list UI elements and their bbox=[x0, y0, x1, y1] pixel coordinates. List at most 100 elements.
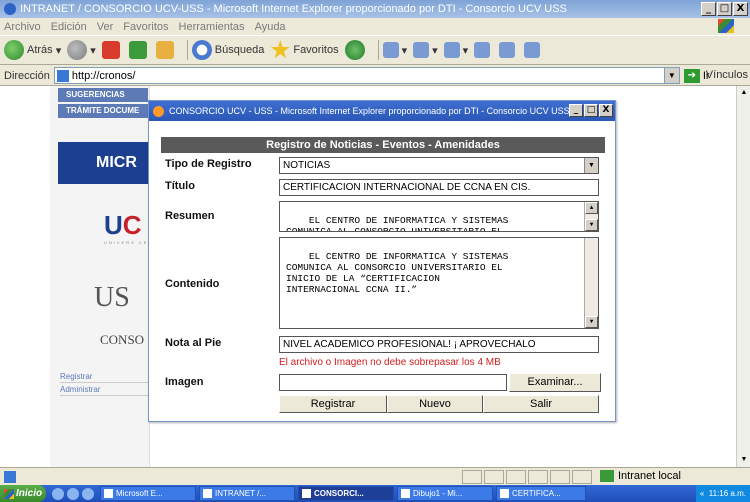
refresh-button[interactable] bbox=[128, 41, 150, 59]
history-button[interactable]: ▾ bbox=[382, 42, 407, 58]
microsoft-logo: MICR bbox=[58, 142, 150, 184]
start-button[interactable]: Inicio bbox=[0, 485, 46, 502]
menu-edicion[interactable]: Edición bbox=[51, 21, 87, 33]
resumen-textarea[interactable]: EL CENTRO DE INFORMATICA Y SISTEMAS COMU… bbox=[279, 201, 599, 232]
ucv-logo: UC bbox=[104, 210, 142, 240]
back-button[interactable]: Atrás ▾ bbox=[4, 40, 61, 60]
menu-favoritos[interactable]: Favoritos bbox=[123, 21, 168, 33]
clock: 11:16 a.m. bbox=[708, 489, 746, 498]
scroll-up-icon[interactable]: ▲ bbox=[737, 86, 750, 100]
mail-button[interactable]: ▾ bbox=[413, 42, 438, 58]
ie-icon bbox=[153, 105, 164, 117]
contenido-textarea[interactable]: EL CENTRO DE INFORMATICA Y SISTEMAS COMU… bbox=[279, 237, 599, 329]
sidebar-item-sugerencias[interactable]: SUGERENCIAS bbox=[58, 88, 148, 102]
task-consorcio[interactable]: CONSORCI... bbox=[298, 486, 394, 501]
sidebar-link-administrar[interactable]: Administrar bbox=[60, 385, 150, 396]
quick-launch bbox=[52, 487, 94, 500]
address-label: Dirección bbox=[4, 69, 50, 82]
task-intranet[interactable]: INTRANET /... bbox=[199, 486, 295, 501]
search-icon bbox=[191, 40, 212, 60]
scroll-down-icon[interactable]: ▼ bbox=[737, 453, 750, 467]
nota-input[interactable]: NIVEL ACADEMICO PROFESIONAL! ¡ APROVECHA… bbox=[279, 336, 599, 353]
refresh-icon bbox=[128, 41, 147, 59]
status-cells bbox=[462, 470, 592, 484]
contenido-scrollbar[interactable]: ▼ bbox=[584, 238, 598, 328]
discuss-icon bbox=[499, 42, 516, 58]
intranet-zone-icon bbox=[600, 470, 614, 482]
windows-flag-icon bbox=[4, 488, 14, 499]
imagen-label: Imagen bbox=[165, 376, 204, 388]
sidebar-link-registrar[interactable]: Registrar bbox=[60, 372, 150, 383]
address-input[interactable]: http://cronos/ ▼ bbox=[53, 67, 680, 84]
mail-icon bbox=[413, 42, 430, 58]
contenido-label: Contenido bbox=[165, 278, 220, 290]
scroll-up-icon[interactable]: ▲ bbox=[585, 202, 598, 214]
menu-ayuda[interactable]: Ayuda bbox=[255, 21, 286, 33]
quick-launch-icon[interactable] bbox=[82, 487, 94, 500]
stop-icon bbox=[101, 41, 120, 59]
print-icon bbox=[443, 42, 460, 58]
print-button[interactable]: ▾ bbox=[443, 42, 468, 58]
quick-launch-icon[interactable] bbox=[67, 487, 79, 500]
menu-herramientas[interactable]: Herramientas bbox=[179, 21, 245, 33]
taskbar: Inicio Microsoft E... INTRANET /... CONS… bbox=[0, 485, 750, 502]
imagen-file-input[interactable] bbox=[279, 374, 507, 391]
menu-ver[interactable]: Ver bbox=[97, 21, 114, 33]
scroll-down-icon[interactable]: ▼ bbox=[585, 219, 598, 231]
nuevo-button[interactable]: Nuevo bbox=[387, 395, 483, 413]
folder-button[interactable] bbox=[474, 42, 493, 58]
popup-maximize-button[interactable]: □ bbox=[584, 104, 598, 117]
menu-bar: Archivo Edición Ver Favoritos Herramient… bbox=[0, 18, 750, 35]
form-title: Registro de Noticias - Eventos - Amenida… bbox=[161, 137, 605, 153]
resumen-label: Resumen bbox=[165, 210, 215, 222]
popup-title: CONSORCIO UCV - USS - Microsoft Internet… bbox=[169, 106, 570, 116]
maximize-button[interactable]: □ bbox=[717, 2, 732, 16]
popup-minimize-button[interactable]: _ bbox=[569, 104, 583, 117]
sidebar-item-tramite[interactable]: TRÁMITE DOCUME bbox=[58, 104, 148, 118]
windows-flag-icon bbox=[718, 19, 734, 33]
popup-close-button[interactable]: X bbox=[599, 104, 613, 117]
home-button[interactable] bbox=[155, 41, 177, 59]
tray-icons[interactable]: « bbox=[700, 489, 709, 498]
quick-launch-icon[interactable] bbox=[52, 487, 64, 500]
messenger-button[interactable] bbox=[524, 42, 543, 58]
browse-button[interactable]: Examinar... bbox=[509, 373, 601, 392]
uss-logo: US bbox=[94, 282, 130, 313]
links-button[interactable]: Vínculos bbox=[706, 69, 748, 81]
chevron-down-icon[interactable]: ▼ bbox=[584, 158, 598, 173]
search-button[interactable]: Búsqueda bbox=[191, 40, 264, 60]
page-icon bbox=[4, 470, 16, 483]
forward-button[interactable]: ▾ bbox=[67, 40, 96, 60]
window-title: INTRANET / CONSORCIO UCV-USS - Microsoft… bbox=[20, 3, 567, 15]
messenger-icon bbox=[524, 42, 541, 58]
salir-button[interactable]: Salir bbox=[483, 395, 599, 413]
favorites-button[interactable]: Favoritos bbox=[270, 40, 339, 60]
image-size-warning: El archivo o Imagen no debe sobrepasar l… bbox=[279, 357, 501, 368]
discuss-button[interactable] bbox=[499, 42, 518, 58]
menu-archivo[interactable]: Archivo bbox=[4, 21, 41, 33]
titulo-label: Título bbox=[165, 180, 195, 192]
address-dropdown-icon[interactable]: ▼ bbox=[663, 68, 679, 83]
window-titlebar: INTRANET / CONSORCIO UCV-USS - Microsoft… bbox=[0, 0, 750, 18]
go-arrow-icon: ➔ bbox=[683, 68, 700, 83]
task-excel[interactable]: Microsoft E... bbox=[100, 486, 196, 501]
status-bar: Intranet local bbox=[0, 467, 750, 485]
form-actions: Registrar Nuevo Salir bbox=[279, 395, 599, 413]
tipo-select[interactable]: NOTICIAS ▼ bbox=[279, 157, 599, 174]
excel-icon bbox=[104, 489, 113, 498]
history-icon bbox=[382, 42, 399, 58]
media-button[interactable] bbox=[344, 40, 368, 60]
stop-button[interactable] bbox=[101, 41, 123, 59]
scroll-down-icon[interactable]: ▼ bbox=[585, 316, 598, 328]
minimize-button[interactable]: _ bbox=[701, 2, 716, 16]
resumen-scrollbar[interactable]: ▲ ▼ bbox=[584, 202, 598, 231]
titulo-input[interactable]: CERTIFICACION INTERNACIONAL DE CCNA EN C… bbox=[279, 179, 599, 196]
word-icon bbox=[500, 489, 509, 498]
close-button[interactable]: X bbox=[733, 2, 748, 16]
page-scrollbar[interactable]: ▲ ▼ bbox=[736, 86, 750, 467]
forward-icon bbox=[67, 40, 88, 60]
task-word[interactable]: CERTIFICA... bbox=[496, 486, 586, 501]
registrar-button[interactable]: Registrar bbox=[279, 395, 387, 413]
toolbar-separator bbox=[186, 40, 188, 60]
task-paint[interactable]: Dibujo1 - Mi... bbox=[397, 486, 493, 501]
